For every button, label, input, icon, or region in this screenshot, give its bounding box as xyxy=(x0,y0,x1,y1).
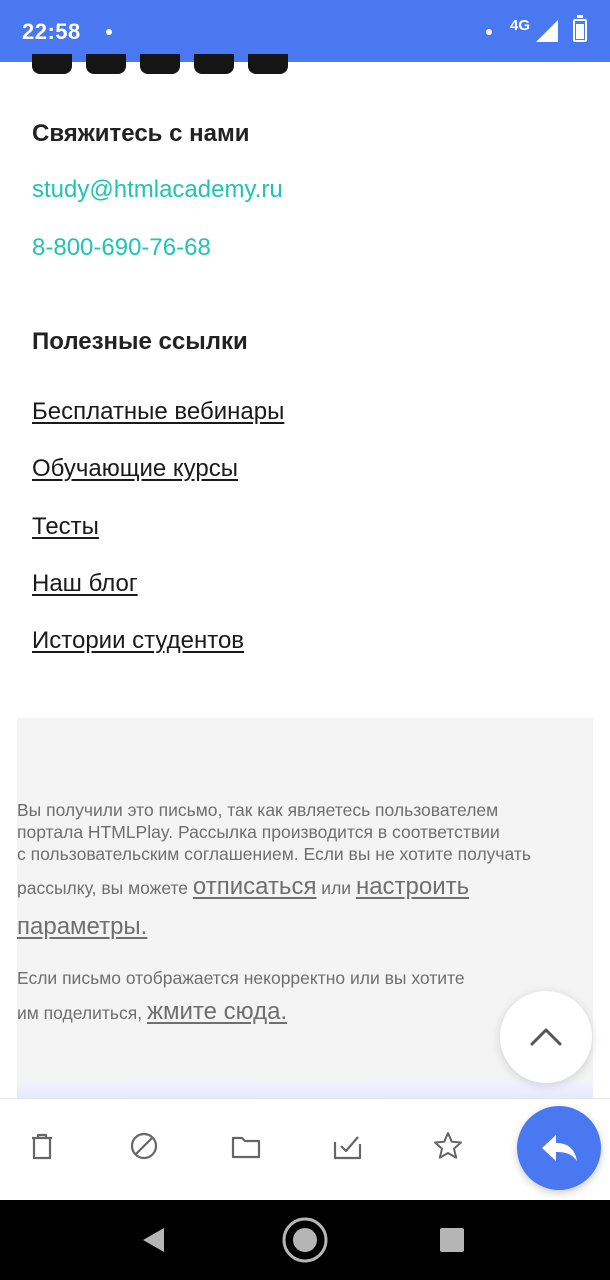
notice-line: с пользовательским соглашением. Если вы … xyxy=(17,844,532,864)
reply-icon xyxy=(542,1135,577,1161)
chevron-up-icon xyxy=(530,1028,562,1046)
recents-icon[interactable] xyxy=(439,1227,465,1253)
notification-dot-icon xyxy=(486,29,492,35)
star-icon[interactable] xyxy=(431,1129,465,1163)
notice-line: Если письмо отображается некорректно или… xyxy=(17,968,465,988)
twitter-icon[interactable] xyxy=(194,54,234,74)
email-link[interactable]: study@htmlacademy.ru xyxy=(32,176,283,204)
phone-link[interactable]: 8-800-690-76-68 xyxy=(32,234,211,262)
email-view: 22:58 4G Свяжитесь с нами study@htmlacad… xyxy=(0,0,610,1280)
status-time: 22:58 xyxy=(22,19,81,44)
home-icon[interactable] xyxy=(281,1216,329,1264)
notice-line: рассылку, вы можете отписаться или настр… xyxy=(17,872,593,903)
move-folder-icon[interactable] xyxy=(229,1129,263,1163)
unsubscribe-link[interactable]: отписаться xyxy=(193,873,317,900)
social-icons xyxy=(32,54,302,76)
settings-link[interactable]: параметры. xyxy=(17,913,147,940)
delete-icon[interactable] xyxy=(25,1129,59,1163)
system-nav-bar xyxy=(0,1200,610,1280)
vk-icon[interactable] xyxy=(248,54,288,74)
signal-icon xyxy=(536,20,558,42)
view-in-browser-link[interactable]: жмите сюда. xyxy=(147,998,287,1025)
notice-line: Вы получили это письмо, так как являетес… xyxy=(17,800,499,820)
settings-link[interactable]: настроить xyxy=(356,873,469,900)
link-courses[interactable]: Обучающие курсы xyxy=(32,455,238,483)
notice-line: портала HTMLPlay. Рассылка производится … xyxy=(17,822,500,842)
network-type: 4G xyxy=(510,17,531,34)
notice-text: или xyxy=(316,878,356,898)
useful-links-title: Полезные ссылки xyxy=(32,328,248,355)
back-icon[interactable] xyxy=(140,1226,168,1254)
mark-read-icon[interactable] xyxy=(331,1129,365,1163)
link-blog[interactable]: Наш блог xyxy=(32,570,138,598)
contact-title: Свяжитесь с нами xyxy=(32,120,250,147)
instagram-icon[interactable] xyxy=(86,54,126,74)
reply-button[interactable] xyxy=(517,1106,601,1190)
divider xyxy=(17,1082,593,1098)
scroll-top-button[interactable] xyxy=(500,991,592,1083)
notice-line: параметры. xyxy=(17,912,593,943)
link-tests[interactable]: Тесты xyxy=(32,513,99,541)
notice-text: рассылку, вы можете xyxy=(17,878,193,898)
youtube-icon[interactable] xyxy=(140,54,180,74)
facebook-icon[interactable] xyxy=(32,54,72,74)
notice-text: им поделиться, xyxy=(17,1003,147,1023)
notification-dot-icon xyxy=(106,29,112,35)
link-student-stories[interactable]: Истории студентов xyxy=(32,627,244,655)
spam-icon[interactable] xyxy=(127,1129,161,1163)
link-webinars[interactable]: Бесплатные вебинары xyxy=(32,398,284,426)
battery-icon xyxy=(573,15,587,42)
status-bar: 22:58 4G xyxy=(0,0,610,62)
